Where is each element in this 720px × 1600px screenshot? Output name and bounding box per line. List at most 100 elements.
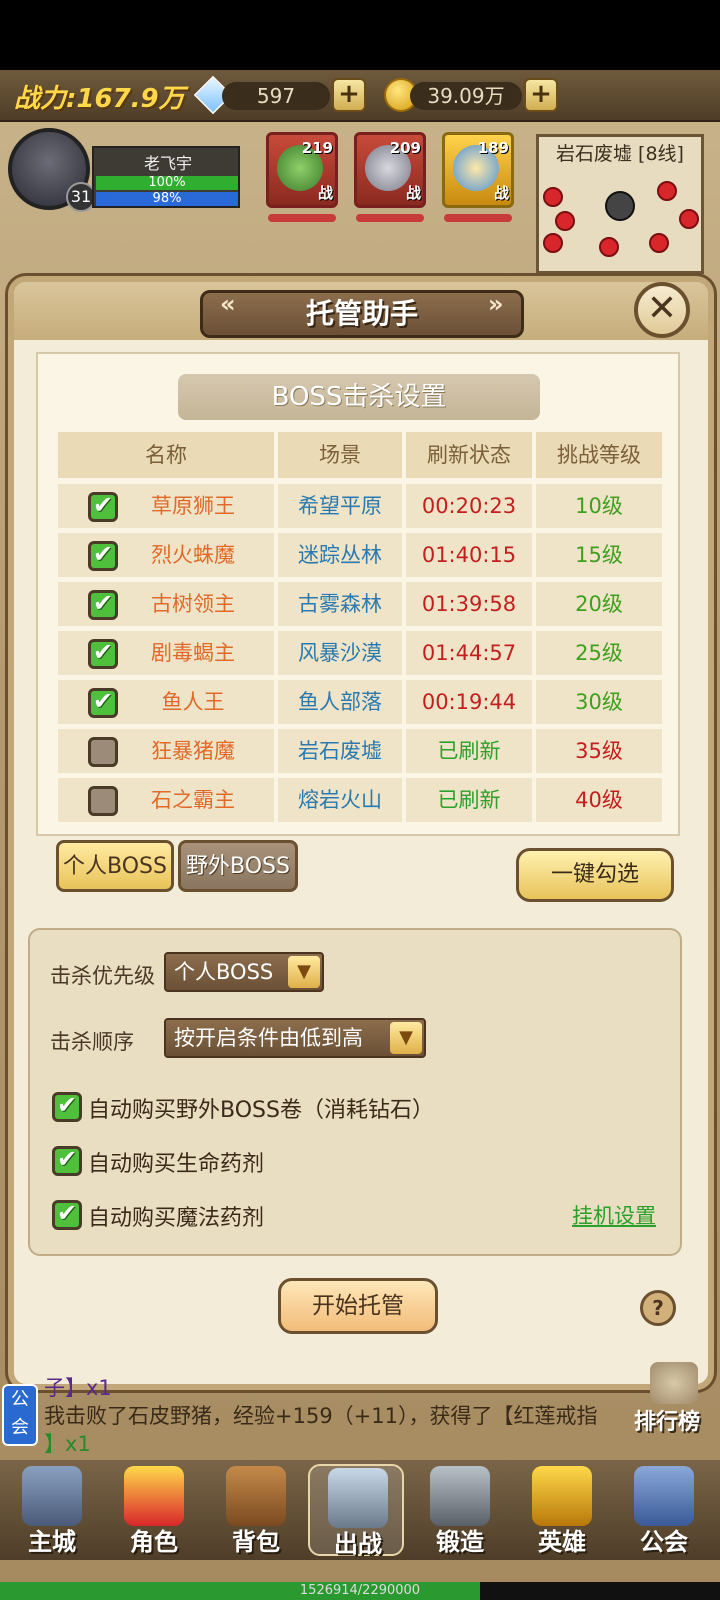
hero-card-2[interactable]: 209 战 bbox=[354, 132, 426, 208]
nav-label: 公会 bbox=[640, 1528, 688, 1556]
experience-bar: 1526914/2290000 bbox=[0, 1582, 720, 1600]
nav-label: 角色 bbox=[130, 1528, 178, 1556]
boss-checkbox[interactable] bbox=[88, 540, 118, 571]
player-marker-icon bbox=[605, 191, 635, 221]
table-row[interactable]: 剧毒蝎主 风暴沙漠 01:44:57 25级 bbox=[58, 631, 662, 675]
boss-level: 20级 bbox=[536, 582, 662, 626]
table-row[interactable]: 草原狮王 希望平原 00:20:23 10级 bbox=[58, 484, 662, 528]
checkbox[interactable] bbox=[52, 1091, 82, 1122]
nav-guild[interactable]: 公会 bbox=[616, 1464, 712, 1556]
tab-personal-boss[interactable]: 个人BOSS bbox=[56, 840, 174, 892]
table-row[interactable]: 古树领主 古雾森林 01:39:58 20级 bbox=[58, 582, 662, 626]
minimap[interactable]: 岩石废墟 [8线] bbox=[536, 134, 704, 274]
crossed-swords-icon bbox=[328, 1468, 388, 1528]
gold-count: 39.09万 bbox=[410, 82, 522, 110]
monster-marker bbox=[543, 187, 563, 207]
idle-settings-link[interactable]: 挂机设置 bbox=[572, 1200, 656, 1230]
player-name: 老飞宇 bbox=[143, 154, 192, 173]
monster-marker bbox=[555, 211, 575, 231]
nav-battle[interactable]: 出战 bbox=[308, 1464, 404, 1558]
boss-list-scroll[interactable]: BOSS击杀设置 名称 场景 刷新状态 挑战等级 草原狮王 希望平原 00:20:2… bbox=[36, 352, 680, 836]
hp-bar: 100% bbox=[96, 176, 238, 190]
select-all-button[interactable]: 一键勾选 bbox=[516, 848, 674, 902]
bottom-nav: 主城 角色 背包 出战 锻造 英雄 公会 bbox=[0, 1460, 720, 1560]
hero-battle-tag: 战 bbox=[405, 184, 421, 202]
boss-refresh-status: 00:20:23 bbox=[406, 484, 532, 528]
option-label: 自动购买魔法药剂 bbox=[88, 1206, 265, 1231]
guild-shield-icon bbox=[634, 1466, 694, 1526]
table-row[interactable]: 石之霸主 熔岩火山 已刷新 40级 bbox=[58, 778, 662, 822]
boss-level: 40级 bbox=[536, 778, 662, 822]
nav-forge[interactable]: 锻造 bbox=[412, 1464, 508, 1556]
chevron-left-icon: « bbox=[220, 290, 236, 318]
boss-checkbox[interactable] bbox=[88, 687, 118, 718]
monster-marker bbox=[649, 233, 669, 253]
column-header: 名称 bbox=[58, 432, 274, 478]
minimap-title: 岩石废墟 [8线] bbox=[556, 143, 684, 165]
checkbox[interactable] bbox=[52, 1199, 82, 1230]
monster-marker bbox=[657, 181, 677, 201]
table-row[interactable]: 烈火蛛魔 迷踪丛林 01:40:15 15级 bbox=[58, 533, 662, 577]
hero-level: 219 bbox=[301, 139, 333, 157]
add-gold-button[interactable]: + bbox=[524, 78, 558, 112]
order-label: 击杀顺序 bbox=[50, 1030, 134, 1054]
chat-line: 】x1 bbox=[44, 1432, 91, 1456]
boss-level: 35级 bbox=[536, 729, 662, 773]
monster-marker bbox=[679, 209, 699, 229]
backpack-icon bbox=[226, 1466, 286, 1526]
boss-scene: 希望平原 bbox=[278, 484, 402, 528]
boss-checkbox[interactable] bbox=[88, 491, 118, 522]
boss-checkbox[interactable] bbox=[88, 786, 118, 816]
nav-main-city[interactable]: 主城 bbox=[4, 1464, 100, 1556]
boss-refresh-status: 已刷新 bbox=[406, 729, 532, 773]
hero-hp-bar bbox=[268, 214, 336, 222]
help-icon[interactable]: ? bbox=[640, 1290, 676, 1326]
tab-wild-boss[interactable]: 野外BOSS bbox=[178, 840, 298, 892]
column-header: 场景 bbox=[278, 432, 402, 478]
priority-select[interactable]: 个人BOSS ▼ bbox=[164, 952, 324, 992]
hero-level: 189 bbox=[477, 139, 509, 157]
option-label: 自动购买野外BOSS卷（消耗钻石） bbox=[88, 1098, 434, 1123]
nav-backpack[interactable]: 背包 bbox=[208, 1464, 304, 1556]
start-auto-button[interactable]: 开始托管 bbox=[278, 1278, 438, 1334]
leaderboard-button[interactable]: 排行榜 bbox=[634, 1404, 700, 1436]
hero-card-1[interactable]: 219 战 bbox=[266, 132, 338, 208]
boss-level: 10级 bbox=[536, 484, 662, 528]
boss-refresh-status: 01:40:15 bbox=[406, 533, 532, 577]
nav-label: 背包 bbox=[232, 1528, 280, 1556]
close-button[interactable]: ✕ bbox=[634, 282, 690, 338]
nav-label: 锻造 bbox=[436, 1528, 484, 1556]
monster-marker bbox=[543, 233, 563, 253]
priority-label: 击杀优先级 bbox=[50, 964, 155, 988]
boss-checkbox[interactable] bbox=[88, 737, 118, 767]
chat-log[interactable]: 子】x1 我击败了石皮野猪，经验+159（+11），获得了【红莲戒指 】x1 bbox=[0, 1370, 720, 1460]
nav-character[interactable]: 角色 bbox=[106, 1464, 202, 1556]
dialog-title-text: 托管助手 bbox=[305, 297, 418, 330]
table-row[interactable]: 狂暴猪魔 岩石废墟 已刷新 35级 bbox=[58, 729, 662, 773]
hero-card-3[interactable]: 189 战 bbox=[442, 132, 514, 208]
section-title: BOSS击杀设置 bbox=[178, 374, 540, 420]
player-name-plate: 老飞宇 100% 98% bbox=[92, 146, 240, 208]
chat-line: 我击败了石皮野猪，经验+159（+11），获得了【红莲戒指 bbox=[44, 1404, 598, 1428]
boss-refresh-status: 00:19:44 bbox=[406, 680, 532, 724]
chevron-right-icon: » bbox=[488, 290, 504, 318]
hammer-icon bbox=[430, 1466, 490, 1526]
boss-level: 15级 bbox=[536, 533, 662, 577]
boss-checkbox[interactable] bbox=[88, 638, 118, 669]
experience-text: 1526914/2290000 bbox=[299, 1583, 421, 1598]
top-resource-bar: 战力:167.9万 597 + 39.09万 + bbox=[0, 70, 720, 122]
checkbox[interactable] bbox=[52, 1145, 82, 1176]
monster-marker bbox=[599, 237, 619, 257]
trophy-icon[interactable] bbox=[650, 1362, 698, 1404]
boss-checkbox[interactable] bbox=[88, 589, 118, 620]
hero-level: 209 bbox=[389, 139, 421, 157]
hero-hp-bar bbox=[444, 214, 512, 222]
add-diamond-button[interactable]: + bbox=[332, 78, 366, 112]
boss-scene: 鱼人部落 bbox=[278, 680, 402, 724]
column-header: 挑战等级 bbox=[536, 432, 662, 478]
boss-refresh-status: 01:44:57 bbox=[406, 631, 532, 675]
order-select[interactable]: 按开启条件由低到高 ▼ bbox=[164, 1018, 426, 1058]
table-row[interactable]: 鱼人王 鱼人部落 00:19:44 30级 bbox=[58, 680, 662, 724]
nav-label: 英雄 bbox=[538, 1528, 586, 1556]
nav-heroes[interactable]: 英雄 bbox=[514, 1464, 610, 1556]
